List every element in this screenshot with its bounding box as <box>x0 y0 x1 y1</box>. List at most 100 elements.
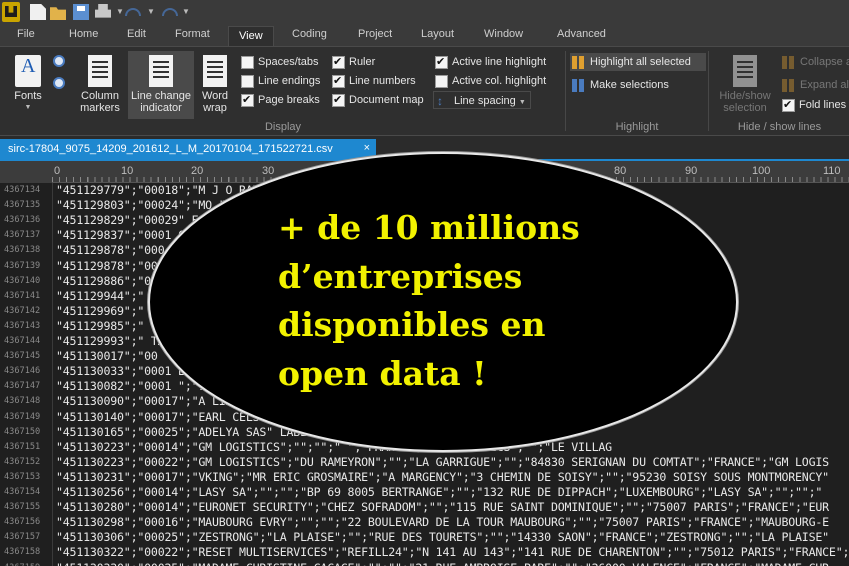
editor-line[interactable]: 4367156 "451130298";"00016";"MAUBOURG EVR… <box>0 515 849 530</box>
column-markers-button[interactable]: Column markers <box>74 55 126 114</box>
editor-line[interactable]: 4367152 "451130223";"00022";"GM LOGISTICS… <box>0 455 849 470</box>
line-number: 4367139 <box>4 260 41 271</box>
expand-all-button[interactable]: Expand all <box>780 76 849 94</box>
line-spacing-dropdown[interactable]: ↕ Line spacing ▼ <box>433 91 531 109</box>
expand-label: Expand all <box>800 79 849 91</box>
line-number: 4367150 <box>4 426 41 437</box>
make-selections-label: Make selections <box>590 79 669 91</box>
line-number: 4367143 <box>4 320 41 331</box>
line-text: "451130322";"00022";"RESET MULTISERVICES… <box>56 545 849 560</box>
page-breaks-checkbox[interactable]: Page breaks <box>241 92 320 108</box>
spaces-tabs-checkbox[interactable]: Spaces/tabs <box>241 54 319 70</box>
promo-text: + de 10 millions d’entreprises disponibl… <box>278 204 638 398</box>
fonts-button[interactable]: Fonts ▼ <box>8 55 48 114</box>
ruler-label: 100 <box>752 165 771 177</box>
word-wrap-label-2: wrap <box>203 102 227 114</box>
ruler-label: 30 <box>262 165 275 177</box>
tab-layout[interactable]: Layout <box>421 28 454 40</box>
hide-show-selection-button[interactable]: Hide/show selection <box>714 55 776 114</box>
line-number: 4367156 <box>4 517 41 528</box>
zoom-in-icon[interactable] <box>53 55 65 67</box>
print-icon[interactable] <box>95 4 111 18</box>
editor-line[interactable]: 4367158 "451130322";"00022";"RESET MULTIS… <box>0 545 849 560</box>
tab-file[interactable]: File <box>17 28 35 40</box>
tab-edit[interactable]: Edit <box>127 28 146 40</box>
editor-line[interactable]: 4367159 "451130330";"00025";"MADAME CHRIS… <box>0 561 849 566</box>
line-endings-checkbox[interactable]: Line endings <box>241 73 320 89</box>
line-change-indicator-button[interactable]: Line change indicator <box>128 51 194 119</box>
make-selections-icon <box>572 79 586 92</box>
ruler-label: 0 <box>54 165 61 177</box>
collapse-label: Collapse a <box>800 56 849 68</box>
line-text: "451130256";"00014";"LASY SA";"";"";"BP … <box>56 485 823 499</box>
promo-line: d’entreprises <box>278 256 523 296</box>
ruler-gutter <box>0 161 52 183</box>
collapse-all-button[interactable]: Collapse a <box>780 53 849 71</box>
ultraedit-logo-icon <box>2 2 20 22</box>
highlight-all-selected-button[interactable]: Highlight all selected <box>570 53 706 71</box>
editor-line[interactable]: 4367153 "451130231";"00017";"VKING";"MR E… <box>0 470 849 485</box>
expand-icon <box>782 79 796 92</box>
line-number: 4367138 <box>4 245 41 256</box>
ruler-label: 110 <box>823 165 841 177</box>
line-change-label-1: Line change <box>131 90 191 102</box>
ruler-checkbox[interactable]: Ruler <box>332 54 375 70</box>
redo-dropdown-icon[interactable]: ▼ <box>182 7 190 16</box>
tab-home[interactable]: Home <box>69 28 98 40</box>
active-col-highlight-checkbox[interactable]: Active col. highlight <box>435 73 546 89</box>
line-number: 4367135 <box>4 200 41 211</box>
print-dropdown-icon[interactable]: ▼ <box>116 7 124 16</box>
line-spacing-caret-icon: ▼ <box>518 99 526 106</box>
ruler-label: 20 <box>191 165 204 177</box>
close-icon[interactable]: × <box>364 142 370 154</box>
undo-icon[interactable] <box>125 8 141 16</box>
line-change-label-2: indicator <box>140 102 182 114</box>
hide-show-selection-icon <box>733 55 757 87</box>
line-number: 4367137 <box>4 230 41 241</box>
ribbon-tab-bar: File Home Edit Format View Coding Projec… <box>0 24 849 46</box>
line-number: 4367147 <box>4 381 41 392</box>
collapse-icon <box>782 56 796 69</box>
tab-view[interactable]: View <box>228 26 274 46</box>
line-number: 4367136 <box>4 215 41 226</box>
redo-icon[interactable] <box>162 8 178 16</box>
line-number: 4367153 <box>4 471 41 482</box>
line-number: 4367144 <box>4 336 41 346</box>
open-folder-icon[interactable] <box>50 7 66 20</box>
line-numbers-checkbox[interactable]: Line numbers <box>332 73 416 89</box>
fold-lines-checkbox[interactable]: Fold lines <box>782 97 846 113</box>
tab-project[interactable]: Project <box>358 28 392 40</box>
column-markers-label-1: Column <box>81 90 119 102</box>
document-map-checkbox[interactable]: Document map <box>332 92 424 108</box>
highlight-group-label: Highlight <box>615 121 659 133</box>
word-wrap-button[interactable]: Word wrap <box>197 55 233 114</box>
word-wrap-icon <box>203 55 227 87</box>
promo-line: + de 10 millions <box>278 208 580 247</box>
line-text: "451130231";"00017";"VKING";"MR ERIC GRO… <box>56 469 829 484</box>
new-file-icon[interactable] <box>30 4 46 20</box>
editor-line[interactable]: 4367154 "451130256";"00014";"LASY SA";"";… <box>0 485 849 500</box>
editor-line[interactable]: 4367157 "451130306";"00025";"ZESTRONG";"L… <box>0 530 849 545</box>
active-line-highlight-checkbox[interactable]: Active line highlight <box>435 54 546 70</box>
zoom-out-icon[interactable] <box>53 77 65 89</box>
line-number: 4367149 <box>4 411 41 422</box>
make-selections-button[interactable]: Make selections <box>570 76 669 94</box>
line-number: 4367152 <box>4 456 41 467</box>
undo-dropdown-icon[interactable]: ▼ <box>147 7 155 16</box>
line-text: "451130330";"00025";"MADAME CHRISTINE CA… <box>56 561 829 566</box>
save-icon[interactable] <box>73 4 89 20</box>
tab-coding[interactable]: Coding <box>292 28 327 40</box>
tab-window[interactable]: Window <box>484 28 523 40</box>
tab-format[interactable]: Format <box>175 28 210 40</box>
line-number: 4367134 <box>4 185 41 195</box>
column-markers-icon <box>88 55 112 87</box>
line-number: 4367140 <box>4 275 41 286</box>
line-text: "451130280";"00014";"EURONET SECURITY";"… <box>56 500 829 515</box>
editor-line[interactable]: 4367155 "451130280";"00014";"EURONET SECU… <box>0 500 849 515</box>
hide-show-selection-label-2: selection <box>723 102 767 114</box>
tab-advanced[interactable]: Advanced <box>557 28 606 40</box>
line-number: 4367155 <box>4 502 41 513</box>
highlight-all-label: Highlight all selected <box>590 56 691 68</box>
fonts-label: Fonts <box>14 90 42 102</box>
file-tab[interactable]: sirc-17804_9075_14209_201612_L_M_2017010… <box>0 139 376 160</box>
